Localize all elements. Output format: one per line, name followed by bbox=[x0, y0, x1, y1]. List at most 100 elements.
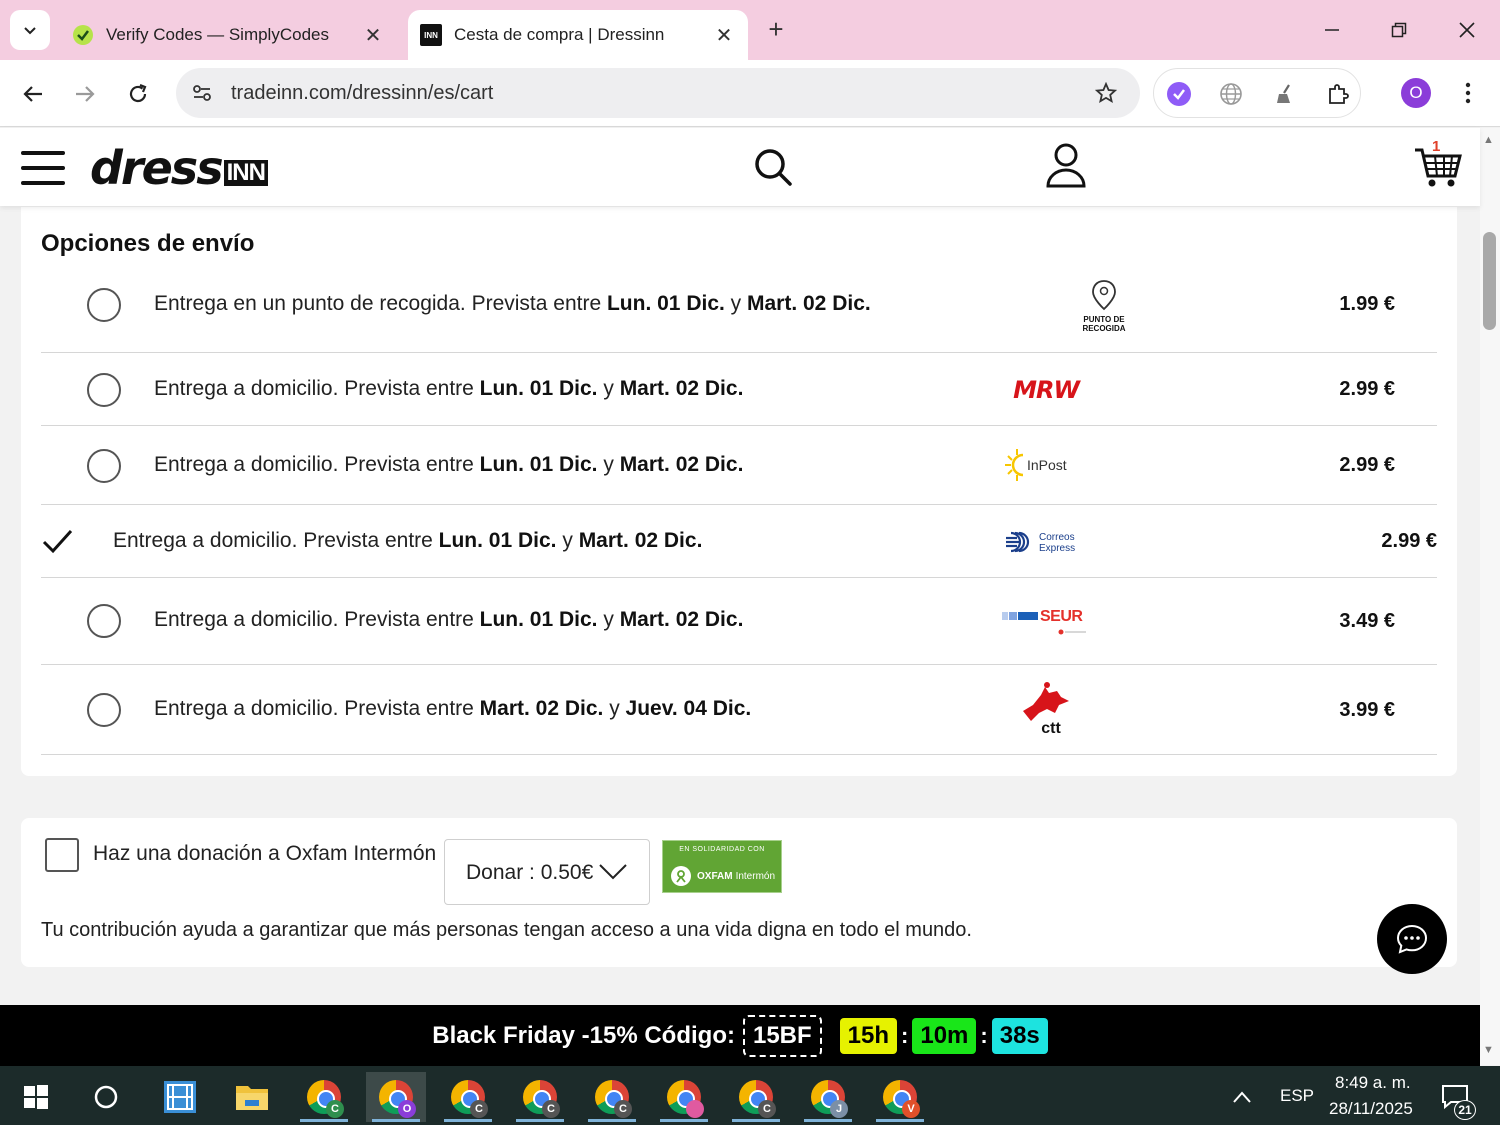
countdown-separator: : bbox=[980, 1022, 988, 1048]
clock-time[interactable]: 8:49 a. m. bbox=[1335, 1073, 1411, 1093]
logo-suffix: INN bbox=[223, 160, 268, 186]
browser-toolbar: tradeinn.com/dressinn/es/cart O bbox=[0, 60, 1500, 127]
donation-label: Haz una donación a Oxfam Intermón bbox=[93, 842, 437, 865]
dressinn-logo[interactable]: dress INN bbox=[90, 144, 268, 192]
shipping-option-correos-express[interactable]: Entrega a domicilio. Prevista entre Lun.… bbox=[41, 505, 1437, 578]
show-hidden-icons-button[interactable] bbox=[1222, 1072, 1262, 1122]
shipping-option-pickup[interactable]: Entrega en un punto de recogida. Previst… bbox=[41, 265, 1437, 353]
oxfam-icon bbox=[671, 866, 691, 886]
restore-button[interactable] bbox=[1379, 14, 1419, 46]
profile-badge: V bbox=[902, 1100, 920, 1118]
arrow-right-icon bbox=[76, 86, 95, 102]
puzzle-extensions-icon[interactable] bbox=[1324, 80, 1352, 108]
tab-simplycodes[interactable]: Verify Codes — SimplyCodes ✕ bbox=[62, 10, 397, 60]
profile-badge: J bbox=[830, 1100, 848, 1118]
checkmark-icon bbox=[42, 529, 73, 554]
radio-button[interactable] bbox=[87, 449, 121, 483]
back-button[interactable] bbox=[15, 76, 51, 112]
countdown-hours: 15h bbox=[839, 1017, 898, 1054]
windows-start-button[interactable] bbox=[6, 1072, 66, 1122]
shipping-option-inpost[interactable]: Entrega a domicilio. Prevista entre Lun.… bbox=[41, 426, 1437, 505]
site-header: dress INN bbox=[0, 128, 1480, 206]
input-language-indicator[interactable]: ESP bbox=[1280, 1086, 1314, 1106]
address-bar[interactable]: tradeinn.com/dressinn/es/cart bbox=[176, 68, 1140, 118]
globe-extension-icon[interactable] bbox=[1217, 80, 1245, 108]
file-explorer-button[interactable] bbox=[222, 1072, 282, 1122]
chrome-taskbar-button-3[interactable]: C bbox=[438, 1072, 498, 1122]
tab-dressinn-cart[interactable]: INN Cesta de compra | Dressinn ✕ bbox=[408, 10, 748, 60]
broom-extension-icon[interactable] bbox=[1271, 80, 1299, 108]
oxfam-brand-text: OXFAM bbox=[697, 870, 733, 882]
simplycodes-extension-icon[interactable] bbox=[1165, 80, 1193, 108]
chrome-taskbar-button-6[interactable] bbox=[654, 1072, 714, 1122]
folder-icon bbox=[236, 1086, 268, 1110]
countdown-seconds: 38s bbox=[991, 1017, 1048, 1054]
scrollbar-thumb[interactable] bbox=[1483, 232, 1496, 330]
countdown-separator: : bbox=[901, 1022, 909, 1048]
radio-button[interactable] bbox=[87, 604, 121, 638]
site-settings-icon[interactable] bbox=[188, 79, 216, 107]
bookmark-star-icon[interactable] bbox=[1092, 79, 1120, 107]
windows-taskbar: C O C C C C J V ESP 8:49 a. m. 28/11/202… bbox=[0, 1066, 1500, 1125]
chrome-taskbar-button-2[interactable]: O bbox=[366, 1072, 426, 1122]
profile-badge: C bbox=[326, 1100, 344, 1118]
clock-date[interactable]: 28/11/2025 bbox=[1329, 1099, 1413, 1119]
close-icon[interactable]: ✕ bbox=[359, 23, 387, 48]
notification-center-button[interactable]: 21 bbox=[1430, 1072, 1480, 1122]
black-friday-promo-bar[interactable]: Black Friday -15% Código: 15BF 15h : 10m… bbox=[0, 1005, 1480, 1066]
extensions-area bbox=[1153, 68, 1361, 118]
scroll-up-arrow-icon[interactable]: ▲ bbox=[1483, 134, 1494, 146]
chrome-taskbar-button-8[interactable]: J bbox=[798, 1072, 858, 1122]
shipping-option-ctt[interactable]: Entrega a domicilio. Prevista entre Mart… bbox=[41, 665, 1437, 755]
svg-text:INN: INN bbox=[424, 31, 438, 40]
chat-button[interactable] bbox=[1377, 904, 1447, 974]
task-view-button[interactable] bbox=[150, 1072, 210, 1122]
option-price: 3.99 € bbox=[1339, 699, 1395, 721]
chrome-taskbar-button-7[interactable]: C bbox=[726, 1072, 786, 1122]
search-icon[interactable] bbox=[752, 146, 794, 188]
hamburger-menu-icon[interactable] bbox=[21, 151, 65, 185]
notification-count: 21 bbox=[1454, 1100, 1476, 1120]
tab-search-button[interactable] bbox=[10, 10, 50, 50]
chrome-taskbar-button-4[interactable]: C bbox=[510, 1072, 570, 1122]
donation-amount-select[interactable]: Donar : 0.50€ bbox=[444, 839, 650, 905]
profile-badge: C bbox=[614, 1100, 632, 1118]
chevron-down-icon bbox=[599, 864, 627, 880]
browser-menu-icon[interactable] bbox=[1455, 78, 1481, 108]
forward-button[interactable] bbox=[67, 76, 103, 112]
cortana-search-button[interactable] bbox=[76, 1072, 136, 1122]
tab-title: Verify Codes — SimplyCodes bbox=[106, 25, 329, 44]
svg-text:InPost: InPost bbox=[1027, 457, 1067, 473]
arrow-left-icon bbox=[23, 86, 42, 102]
radio-button[interactable] bbox=[87, 373, 121, 407]
shipping-title: Opciones de envío bbox=[41, 230, 255, 257]
donation-checkbox[interactable] bbox=[45, 838, 79, 872]
user-account-icon[interactable] bbox=[1045, 142, 1087, 188]
cart-count-badge: 1 bbox=[1432, 138, 1441, 155]
shipping-option-seur[interactable]: Entrega a domicilio. Prevista entre Lun.… bbox=[41, 578, 1437, 665]
logo-text: dress bbox=[90, 141, 224, 195]
minimize-button[interactable] bbox=[1312, 14, 1352, 46]
reload-button[interactable] bbox=[120, 76, 156, 112]
chrome-taskbar-button-1[interactable]: C bbox=[294, 1072, 354, 1122]
close-icon[interactable]: ✕ bbox=[710, 23, 738, 48]
promo-text: Black Friday -15% Código: bbox=[432, 1021, 735, 1049]
inn-icon: INN bbox=[420, 24, 442, 46]
option-text: Entrega a domicilio. Prevista entre Lun.… bbox=[154, 453, 744, 476]
radio-button[interactable] bbox=[87, 288, 121, 322]
svg-text:Express: Express bbox=[1039, 543, 1075, 554]
task-view-icon bbox=[164, 1081, 196, 1113]
svg-text:ctt: ctt bbox=[1041, 720, 1061, 737]
svg-text:SEUR: SEUR bbox=[1040, 608, 1083, 625]
promo-code: 15BF bbox=[742, 1014, 822, 1057]
scroll-down-arrow-icon[interactable]: ▼ bbox=[1483, 1044, 1494, 1056]
chrome-taskbar-button-5[interactable]: C bbox=[582, 1072, 642, 1122]
chrome-taskbar-button-9[interactable]: V bbox=[870, 1072, 930, 1122]
profile-avatar[interactable]: O bbox=[1401, 78, 1431, 108]
shipping-option-mrw[interactable]: Entrega a domicilio. Prevista entre Lun.… bbox=[41, 353, 1437, 426]
radio-button[interactable] bbox=[87, 693, 121, 727]
window-close-button[interactable] bbox=[1447, 14, 1487, 46]
option-text: Entrega a domicilio. Prevista entre Lun.… bbox=[154, 377, 744, 400]
option-price: 2.99 € bbox=[1339, 454, 1395, 476]
new-tab-button[interactable]: + bbox=[762, 16, 790, 44]
